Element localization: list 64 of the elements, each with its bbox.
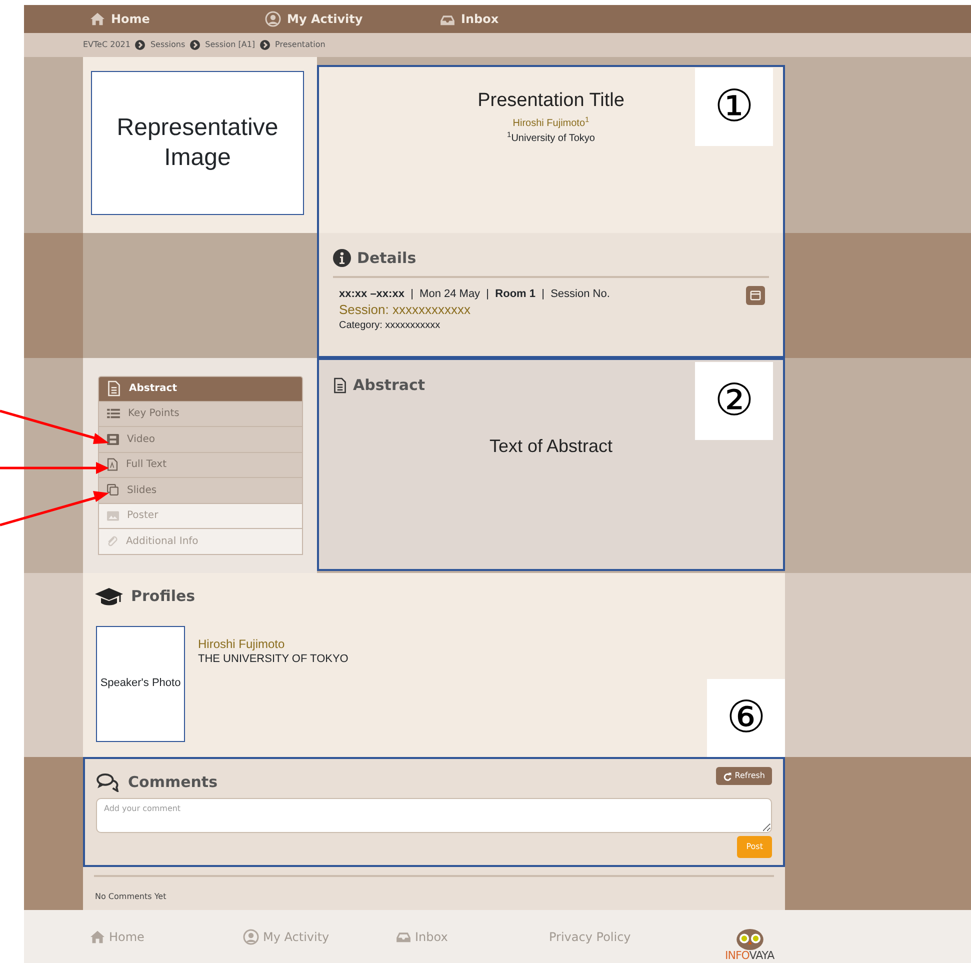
annotation-number: ① xyxy=(695,68,773,146)
slides-icon xyxy=(107,484,119,496)
post-button[interactable]: Post xyxy=(737,836,772,858)
image-placeholder-text: Representative Image xyxy=(116,113,280,173)
annotation-number: ⑥ xyxy=(707,679,785,757)
breadcrumb-link[interactable]: Sessions xyxy=(150,39,186,51)
nav-link[interactable]: Home xyxy=(111,10,150,28)
inbox-icon xyxy=(396,930,411,943)
sidebar-tab[interactable]: Key Points xyxy=(98,402,303,427)
footer-link[interactable]: Privacy Policy xyxy=(549,928,702,946)
author-name: Hiroshi Fujimoto$^{1}$ xyxy=(512,116,590,130)
logo-text: INFOVAYA xyxy=(725,950,774,961)
footer-link[interactable]: My Activity xyxy=(243,928,396,946)
session-text: Session: xxxxxxxxxxxx xyxy=(339,302,472,318)
document-icon xyxy=(333,376,347,394)
calendar-button[interactable] xyxy=(746,286,765,304)
refresh-icon xyxy=(722,772,732,780)
section-heading: Comments xyxy=(128,772,218,793)
file-icon xyxy=(107,458,118,472)
nav-link[interactable]: Inbox xyxy=(461,10,499,28)
user-icon xyxy=(243,928,259,944)
annotation-number: ② xyxy=(695,362,773,440)
footer-link[interactable]: Inbox xyxy=(396,928,549,946)
info-icon xyxy=(333,249,351,268)
footer-link[interactable]: Home xyxy=(90,928,243,946)
section-heading: Abstract xyxy=(353,375,426,396)
photo-placeholder-text: Speaker's Photo xyxy=(100,676,181,692)
sidebar-tab[interactable]: Full Text xyxy=(98,452,303,478)
presentation-title: Presentation Title xyxy=(478,89,624,113)
chevron-icon xyxy=(260,40,270,50)
section-heading: Details xyxy=(357,248,416,269)
user-icon xyxy=(265,11,281,27)
speaker-affiliation: THE UNIVERSITY OF TOKYO xyxy=(198,652,348,667)
sidebar-tab: Poster xyxy=(98,504,303,529)
owl-logo-icon xyxy=(734,928,766,950)
chevron-icon xyxy=(135,40,146,50)
refresh-button[interactable]: Refresh xyxy=(716,767,772,785)
list-icon xyxy=(107,408,120,420)
inbox-icon xyxy=(440,12,455,26)
category-text: Category: xxxxxxxxxxx xyxy=(339,318,442,333)
breadcrumb-link[interactable]: EVTeC 2021 xyxy=(83,39,130,51)
paperclip-icon xyxy=(107,536,118,547)
speaker-name: Hiroshi Fujimoto xyxy=(198,638,286,651)
nav-link[interactable]: My Activity xyxy=(287,10,363,28)
schedule-text: xx:xx –xx:xx | Mon 24 May | Room 1 | Session No. xyxy=(339,286,610,302)
calendar-icon xyxy=(750,289,761,301)
breadcrumb-link[interactable]: Session [A1] xyxy=(205,39,256,51)
sidebar-tab: Additional Info xyxy=(98,529,303,554)
sidebar-tab[interactable]: Slides xyxy=(98,478,303,504)
film-icon xyxy=(107,434,119,445)
home-icon xyxy=(90,930,105,944)
comments-icon xyxy=(96,772,120,792)
abstract-text: Text of Abstract xyxy=(488,434,614,458)
chevron-icon xyxy=(190,40,200,50)
home-icon xyxy=(90,12,105,26)
section-heading: Profiles xyxy=(131,586,196,607)
image-icon xyxy=(107,510,119,521)
document-icon xyxy=(107,380,121,398)
sidebar-tab[interactable]: Abstract xyxy=(98,376,303,402)
sidebar-tab[interactable]: Video xyxy=(98,427,303,452)
empty-message: No Comments Yet xyxy=(95,891,168,903)
graduation-cap-icon xyxy=(95,586,123,606)
comment-field[interactable]: Add your comment xyxy=(96,798,772,832)
affiliation-text: $^{1}$University of Tokyo xyxy=(506,130,596,146)
